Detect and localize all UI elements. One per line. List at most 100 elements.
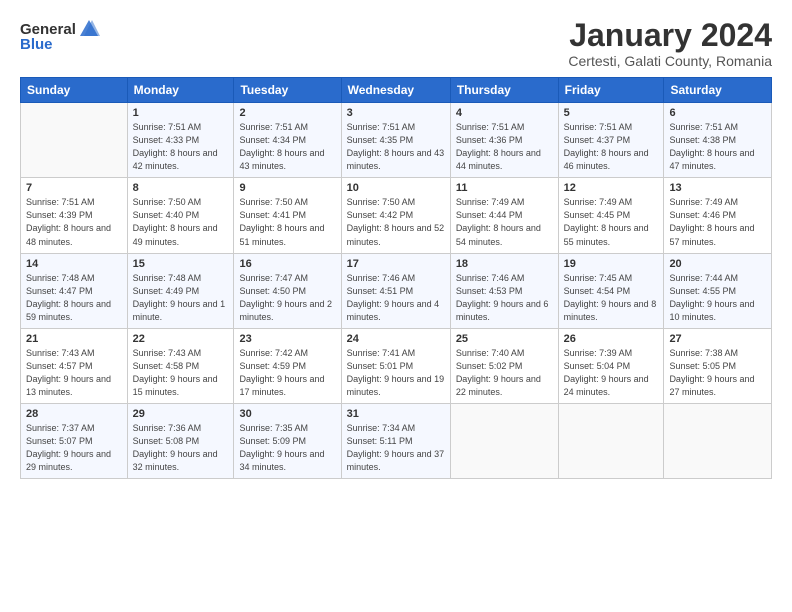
day-info: Sunrise: 7:35 AMSunset: 5:09 PMDaylight:… [239, 422, 335, 474]
calendar-week-row: 14 Sunrise: 7:48 AMSunset: 4:47 PMDayligh… [21, 253, 772, 328]
day-info: Sunrise: 7:51 AMSunset: 4:38 PMDaylight:… [669, 121, 766, 173]
day-info: Sunrise: 7:47 AMSunset: 4:50 PMDaylight:… [239, 272, 335, 324]
calendar-cell: 6 Sunrise: 7:51 AMSunset: 4:38 PMDaylight… [664, 103, 772, 178]
day-info: Sunrise: 7:44 AMSunset: 4:55 PMDaylight:… [669, 272, 766, 324]
calendar-cell: 12 Sunrise: 7:49 AMSunset: 4:45 PMDayligh… [558, 178, 664, 253]
calendar-cell [664, 403, 772, 478]
day-info: Sunrise: 7:51 AMSunset: 4:33 PMDaylight:… [133, 121, 229, 173]
day-number: 8 [133, 182, 229, 194]
calendar-cell: 7 Sunrise: 7:51 AMSunset: 4:39 PMDaylight… [21, 178, 128, 253]
weekday-header-thursday: Thursday [450, 78, 558, 103]
day-info: Sunrise: 7:51 AMSunset: 4:34 PMDaylight:… [239, 121, 335, 173]
day-info: Sunrise: 7:48 AMSunset: 4:49 PMDaylight:… [133, 272, 229, 324]
weekday-header-saturday: Saturday [664, 78, 772, 103]
calendar-cell: 4 Sunrise: 7:51 AMSunset: 4:36 PMDaylight… [450, 103, 558, 178]
day-info: Sunrise: 7:39 AMSunset: 5:04 PMDaylight:… [564, 347, 659, 399]
calendar-week-row: 1Sunrise: 7:51 AMSunset: 4:33 PMDaylight… [21, 103, 772, 178]
calendar-cell: 31Sunrise: 7:34 AMSunset: 5:11 PMDayligh… [341, 403, 450, 478]
day-number: 3 [347, 107, 445, 119]
day-info: Sunrise: 7:51 AMSunset: 4:35 PMDaylight:… [347, 121, 445, 173]
day-number: 26 [564, 333, 659, 345]
calendar-cell: 23Sunrise: 7:42 AMSunset: 4:59 PMDayligh… [234, 328, 341, 403]
weekday-header-row: SundayMondayTuesdayWednesdayThursdayFrid… [21, 78, 772, 103]
day-number: 29 [133, 408, 229, 420]
day-info: Sunrise: 7:50 AMSunset: 4:40 PMDaylight:… [133, 196, 229, 248]
day-info: Sunrise: 7:41 AMSunset: 5:01 PMDaylight:… [347, 347, 445, 399]
day-info: Sunrise: 7:48 AMSunset: 4:47 PMDaylight:… [26, 272, 122, 324]
calendar-cell: 21Sunrise: 7:43 AMSunset: 4:57 PMDayligh… [21, 328, 128, 403]
day-info: Sunrise: 7:38 AMSunset: 5:05 PMDaylight:… [669, 347, 766, 399]
day-info: Sunrise: 7:51 AMSunset: 4:39 PMDaylight:… [26, 196, 122, 248]
calendar-cell: 28 Sunrise: 7:37 AMSunset: 5:07 PMDayligh… [21, 403, 128, 478]
day-info: Sunrise: 7:49 AMSunset: 4:45 PMDaylight:… [564, 196, 659, 248]
day-number: 10 [347, 182, 445, 194]
calendar-cell: 16Sunrise: 7:47 AMSunset: 4:50 PMDayligh… [234, 253, 341, 328]
day-info: Sunrise: 7:36 AMSunset: 5:08 PMDaylight:… [133, 422, 229, 474]
day-info: Sunrise: 7:40 AMSunset: 5:02 PMDaylight:… [456, 347, 553, 399]
day-number: 12 [564, 182, 659, 194]
day-number: 13 [669, 182, 766, 194]
day-number: 7 [26, 182, 122, 194]
day-number: 31 [347, 408, 445, 420]
day-info: Sunrise: 7:37 AMSunset: 5:07 PMDaylight:… [26, 422, 122, 474]
calendar-table: SundayMondayTuesdayWednesdayThursdayFrid… [20, 77, 772, 479]
calendar-subtitle: Certesti, Galati County, Romania [568, 53, 772, 69]
calendar-cell: 8 Sunrise: 7:50 AMSunset: 4:40 PMDaylight… [127, 178, 234, 253]
calendar-week-row: 28 Sunrise: 7:37 AMSunset: 5:07 PMDayligh… [21, 403, 772, 478]
day-number: 30 [239, 408, 335, 420]
day-number: 17 [347, 258, 445, 270]
calendar-cell: 29 Sunrise: 7:36 AMSunset: 5:08 PMDayligh… [127, 403, 234, 478]
calendar-cell: 22 Sunrise: 7:43 AMSunset: 4:58 PMDayligh… [127, 328, 234, 403]
day-number: 2 [239, 107, 335, 119]
calendar-cell: 1Sunrise: 7:51 AMSunset: 4:33 PMDaylight… [127, 103, 234, 178]
calendar-week-row: 21Sunrise: 7:43 AMSunset: 4:57 PMDayligh… [21, 328, 772, 403]
day-number: 5 [564, 107, 659, 119]
day-info: Sunrise: 7:45 AMSunset: 4:54 PMDaylight:… [564, 272, 659, 324]
day-info: Sunrise: 7:46 AMSunset: 4:51 PMDaylight:… [347, 272, 445, 324]
logo-general-text: General [20, 21, 76, 38]
calendar-cell [558, 403, 664, 478]
weekday-header-friday: Friday [558, 78, 664, 103]
calendar-cell [21, 103, 128, 178]
logo-icon [78, 18, 100, 40]
calendar-cell: 30 Sunrise: 7:35 AMSunset: 5:09 PMDayligh… [234, 403, 341, 478]
day-number: 11 [456, 182, 553, 194]
calendar-cell: 15 Sunrise: 7:48 AMSunset: 4:49 PMDayligh… [127, 253, 234, 328]
calendar-cell: 11 Sunrise: 7:49 AMSunset: 4:44 PMDayligh… [450, 178, 558, 253]
calendar-cell: 5Sunrise: 7:51 AMSunset: 4:37 PMDaylight… [558, 103, 664, 178]
day-number: 25 [456, 333, 553, 345]
header: General Blue January 2024 Certesti, Gala… [20, 18, 772, 69]
logo-blue-text: Blue [20, 36, 53, 53]
day-number: 15 [133, 258, 229, 270]
day-info: Sunrise: 7:50 AMSunset: 4:41 PMDaylight:… [239, 196, 335, 248]
calendar-cell: 3 Sunrise: 7:51 AMSunset: 4:35 PMDaylight… [341, 103, 450, 178]
day-number: 27 [669, 333, 766, 345]
day-number: 14 [26, 258, 122, 270]
calendar-week-row: 7 Sunrise: 7:51 AMSunset: 4:39 PMDaylight… [21, 178, 772, 253]
day-number: 4 [456, 107, 553, 119]
day-number: 21 [26, 333, 122, 345]
day-number: 23 [239, 333, 335, 345]
weekday-header-sunday: Sunday [21, 78, 128, 103]
day-number: 9 [239, 182, 335, 194]
day-number: 24 [347, 333, 445, 345]
day-info: Sunrise: 7:51 AMSunset: 4:36 PMDaylight:… [456, 121, 553, 173]
calendar-cell: 27 Sunrise: 7:38 AMSunset: 5:05 PMDayligh… [664, 328, 772, 403]
weekday-header-tuesday: Tuesday [234, 78, 341, 103]
day-number: 18 [456, 258, 553, 270]
calendar-cell: 18Sunrise: 7:46 AMSunset: 4:53 PMDayligh… [450, 253, 558, 328]
day-info: Sunrise: 7:49 AMSunset: 4:44 PMDaylight:… [456, 196, 553, 248]
day-number: 6 [669, 107, 766, 119]
day-info: Sunrise: 7:49 AMSunset: 4:46 PMDaylight:… [669, 196, 766, 248]
calendar-cell: 14 Sunrise: 7:48 AMSunset: 4:47 PMDayligh… [21, 253, 128, 328]
weekday-header-wednesday: Wednesday [341, 78, 450, 103]
calendar-cell: 20Sunrise: 7:44 AMSunset: 4:55 PMDayligh… [664, 253, 772, 328]
day-info: Sunrise: 7:43 AMSunset: 4:58 PMDaylight:… [133, 347, 229, 399]
page: General Blue January 2024 Certesti, Gala… [0, 0, 792, 612]
day-number: 22 [133, 333, 229, 345]
day-number: 28 [26, 408, 122, 420]
calendar-cell: 9 Sunrise: 7:50 AMSunset: 4:41 PMDaylight… [234, 178, 341, 253]
calendar-cell: 13 Sunrise: 7:49 AMSunset: 4:46 PMDayligh… [664, 178, 772, 253]
calendar-cell: 19Sunrise: 7:45 AMSunset: 4:54 PMDayligh… [558, 253, 664, 328]
calendar-cell: 25 Sunrise: 7:40 AMSunset: 5:02 PMDayligh… [450, 328, 558, 403]
